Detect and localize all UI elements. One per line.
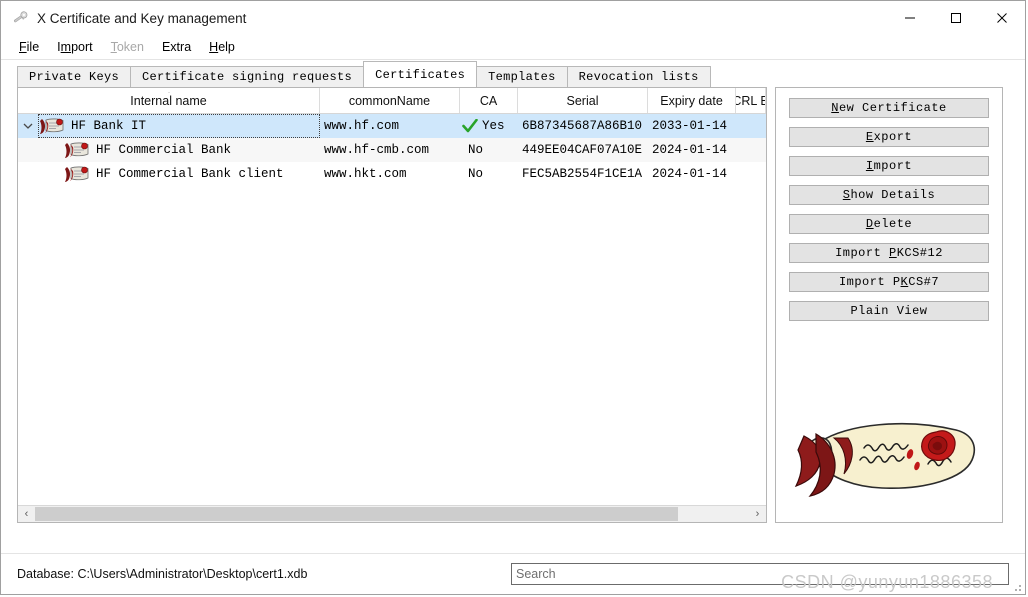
menu-item-file[interactable]: File [10, 38, 48, 56]
ca-label: No [468, 167, 484, 181]
cell-serial: 449EE04CAF07A10E [522, 143, 643, 157]
certificate-scroll-illustration [794, 422, 976, 497]
ca-label: Yes [482, 119, 505, 133]
cell-common-name: www.hkt.com [324, 167, 407, 181]
scroll-right-arrow[interactable]: › [749, 506, 766, 522]
column-header-label: Serial [566, 93, 599, 108]
internal-name-content: HF Commercial Bank [38, 138, 320, 162]
close-button[interactable] [979, 1, 1025, 35]
column-header-label: CRL E [736, 93, 765, 108]
database-path-label: Database: C:\Users\Administrator\Desktop… [17, 567, 308, 581]
certificate-table: Internal name commonName CA Serial Expiry da… [17, 87, 767, 523]
delete-button[interactable]: Delete [789, 214, 989, 234]
menu-item-extra[interactable]: Extra [153, 38, 200, 56]
plain-view-button[interactable]: Plain View [789, 301, 989, 321]
menu-item-token: Token [110, 40, 144, 54]
internal-name-content: HF Commercial Bank client [38, 162, 320, 186]
column-header-label: Expiry date [660, 93, 723, 108]
import-button[interactable]: Import [789, 156, 989, 176]
action-panel: New Certificate Export Import Show Details D… [775, 87, 1003, 523]
table-row[interactable]: HF Commercial Bank client www.hkt.com No FE… [18, 162, 766, 186]
cell-common-name: www.hf-cmb.com [324, 143, 430, 157]
minimize-icon [905, 17, 915, 19]
resize-grip-icon[interactable] [1010, 580, 1022, 592]
tab-certificate-signing-requests[interactable]: Certificate signing requests [130, 66, 365, 88]
tab-revocation-lists[interactable]: Revocation lists [566, 66, 711, 88]
window-controls [887, 1, 1025, 35]
show-details-button[interactable]: Show Details [789, 185, 989, 205]
cell-serial: 6B87345687A86B10 [522, 119, 643, 133]
internal-name-label: HF Commercial Bank [96, 143, 232, 157]
cell-expiry-date: 2024-01-14 [652, 167, 728, 181]
maximize-icon [951, 13, 961, 23]
internal-name-label: HF Commercial Bank client [96, 167, 284, 181]
cell-ca: No [460, 143, 518, 157]
chevron-down-icon[interactable] [18, 122, 38, 130]
internal-name-label: HF Bank IT [71, 119, 147, 133]
close-icon [997, 13, 1007, 23]
maximize-button[interactable] [933, 1, 979, 35]
column-header-crl-e[interactable]: CRL E [736, 88, 766, 113]
tab-certificates[interactable]: Certificates [363, 61, 478, 87]
tab-private-keys[interactable]: Private Keys [17, 66, 132, 88]
app-window: X Certificate and Key management File Imp… [0, 0, 1026, 595]
column-header-internal-name[interactable]: Internal name [18, 88, 320, 113]
cell-internal-name: HF Commercial Bank [18, 138, 320, 162]
table-header-row: Internal name commonName CA Serial Expiry da… [18, 88, 766, 114]
cell-ca: Yes [460, 119, 518, 133]
title-bar: X Certificate and Key management [1, 1, 1025, 35]
menu-item-help[interactable]: Help [200, 38, 244, 56]
column-header-serial[interactable]: Serial [518, 88, 648, 113]
sort-ascending-icon [164, 88, 174, 93]
search-field-wrapper: CSDN @yunyun1886358 [511, 563, 1009, 592]
tab-strip: Private Keys Certificate signing requests… [1, 61, 1025, 88]
column-header-ca[interactable]: CA [460, 88, 518, 113]
cell-ca: No [460, 167, 518, 181]
cell-common-name: www.hf.com [324, 119, 400, 133]
minimize-button[interactable] [887, 1, 933, 35]
scroll-track[interactable] [35, 506, 749, 522]
column-header-expiry-date[interactable]: Expiry date [648, 88, 736, 113]
import-pkcs7-button[interactable]: Import PKCS#7 [789, 272, 989, 292]
certificate-icon [40, 118, 64, 134]
certificate-icon [65, 166, 89, 182]
column-header-label: commonName [348, 93, 431, 108]
menu-bar: File Import Token Extra Help [1, 35, 1025, 60]
internal-name-content: HF Bank IT [38, 114, 320, 138]
ca-label: No [468, 143, 484, 157]
scroll-thumb[interactable] [35, 507, 678, 521]
horizontal-scrollbar[interactable]: ‹ › [18, 505, 766, 522]
key-icon [14, 11, 28, 23]
table-row[interactable]: HF Commercial Bank www.hf-cmb.com No 449EE0… [18, 138, 766, 162]
column-header-label: CA [479, 93, 498, 108]
import-pkcs12-button[interactable]: Import PKCS#12 [789, 243, 989, 263]
menu-item-import[interactable]: Import [48, 38, 101, 56]
cell-expiry-date: 2033-01-14 [652, 119, 728, 133]
certificate-icon [65, 142, 89, 158]
scroll-left-arrow[interactable]: ‹ [18, 506, 35, 522]
table-row[interactable]: HF Bank IT www.hf.com Yes 6B87345687A86B10 2… [18, 114, 766, 138]
status-bar: Database: C:\Users\Administrator\Desktop… [1, 553, 1025, 594]
cell-serial: FEC5AB2554F1CE1A [522, 167, 643, 181]
table-body: HF Bank IT www.hf.com Yes 6B87345687A86B10 2… [18, 114, 766, 186]
new-certificate-button[interactable]: New Certificate [789, 98, 989, 118]
cell-expiry-date: 2024-01-14 [652, 143, 728, 157]
action-button-list: New Certificate Export Import Show Details D… [776, 88, 1002, 321]
column-header-label: Internal name [130, 93, 207, 108]
window-title: X Certificate and Key management [37, 10, 247, 26]
cell-internal-name: HF Bank IT [18, 114, 320, 138]
search-input[interactable] [511, 563, 1009, 585]
main-content: Internal name commonName CA Serial Expiry da… [17, 87, 1009, 527]
cell-internal-name: HF Commercial Bank client [18, 162, 320, 186]
column-header-commonname[interactable]: commonName [320, 88, 460, 113]
tab-templates[interactable]: Templates [476, 66, 568, 88]
check-icon [462, 119, 478, 133]
export-button[interactable]: Export [789, 127, 989, 147]
